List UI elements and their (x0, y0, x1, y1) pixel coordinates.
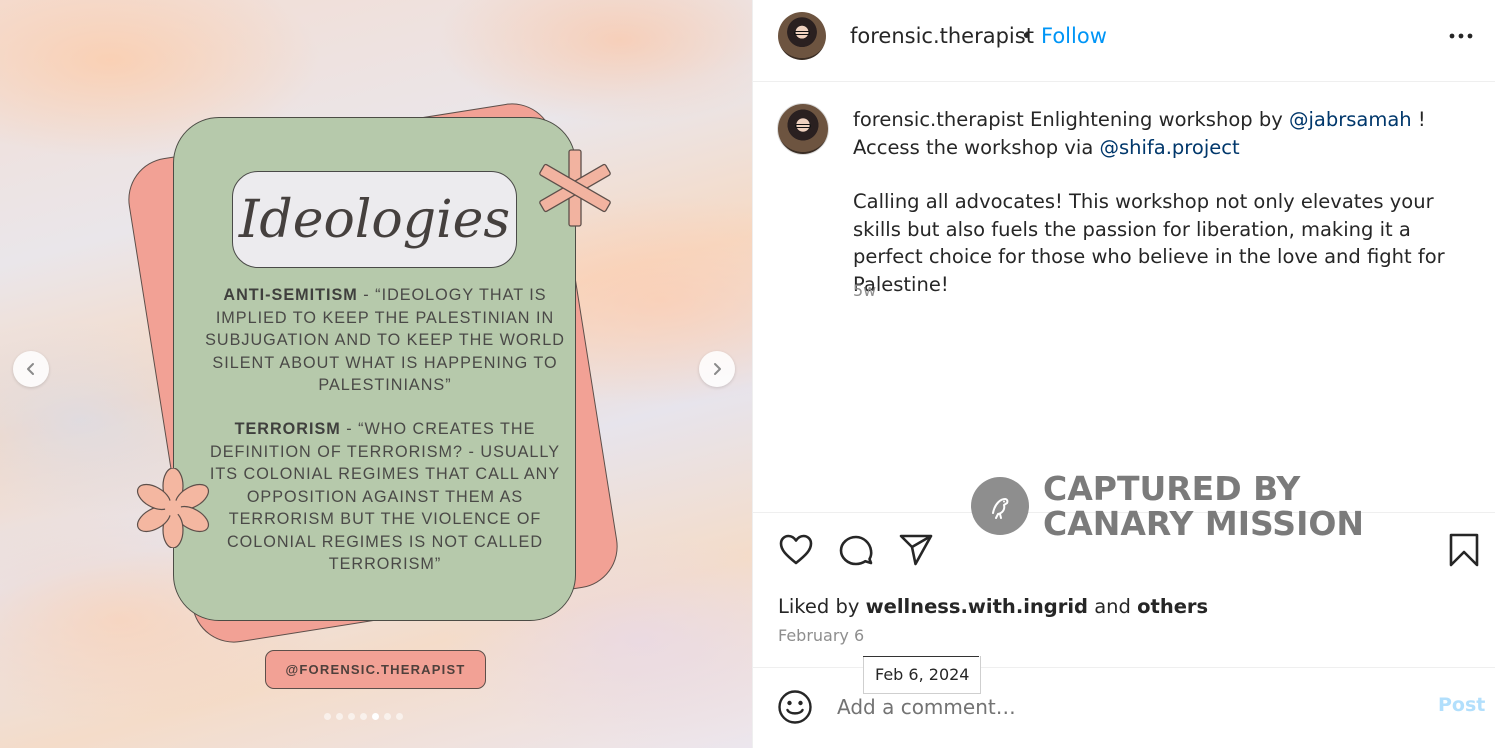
slide-indicator (324, 713, 403, 720)
slide-dot (360, 713, 367, 720)
watermark: CAPTURED BY CANARY MISSION (971, 471, 1364, 541)
save-bookmark-icon[interactable] (1446, 532, 1482, 568)
caption-text-2: ! (1411, 108, 1426, 131)
chevron-left-icon (27, 363, 34, 375)
caption-text-1: Enlightening workshop by (1023, 108, 1289, 131)
term-terrorism: TERRORISM (234, 420, 341, 438)
liked-others-link[interactable]: others (1137, 595, 1208, 618)
header-username[interactable]: forensic.therapist (850, 24, 1034, 48)
slide-dot (372, 713, 379, 720)
caption-avatar[interactable] (777, 103, 829, 155)
liked-prefix: Liked by (778, 595, 866, 618)
post-header: forensic.therapist • Follow (753, 0, 1495, 82)
comment-input[interactable] (837, 690, 1397, 724)
follow-button[interactable]: Follow (1041, 24, 1107, 48)
avatar[interactable] (778, 12, 826, 60)
mention-jabrsamah[interactable]: @jabrsamah (1289, 108, 1412, 131)
card-definition-2: TERRORISM - “WHO CREATES THE DEFINITION … (203, 418, 567, 576)
more-options-icon[interactable] (1446, 27, 1476, 47)
term-terrorism-definition: - “WHO CREATES THE DEFINITION OF TERRORI… (209, 420, 561, 573)
watermark-line-1: CAPTURED BY (1043, 469, 1301, 508)
slide-dot (336, 713, 343, 720)
header-separator: • (1023, 24, 1031, 47)
next-slide-button[interactable] (699, 351, 735, 387)
liked-by-user-link[interactable]: wellness.with.ingrid (866, 595, 1088, 618)
caption-paragraph-2: Calling all advocates! This workshop not… (853, 190, 1445, 296)
mention-shifa-project[interactable]: @shifa.project (1099, 136, 1239, 159)
post-details-panel: forensic.therapist • Follow forensic.the… (752, 0, 1495, 748)
emoji-icon[interactable] (777, 689, 813, 725)
liked-by: Liked by wellness.with.ingrid and others (778, 595, 1208, 618)
caption-paragraph-1: forensic.therapist Enlightening workshop… (853, 106, 1463, 161)
post-date[interactable]: February 6 (778, 626, 864, 645)
card-definition-1: ANTI-SEMITISM - “IDEOLOGY THAT IS IMPLIE… (203, 284, 567, 397)
tooltip-border (863, 656, 979, 657)
previous-slide-button[interactable] (13, 351, 49, 387)
like-heart-icon[interactable] (778, 532, 814, 568)
canary-bird-icon (971, 477, 1029, 535)
term-antisemitism: ANTI-SEMITISM (223, 286, 358, 304)
slide-dot (384, 713, 391, 720)
chevron-right-icon (714, 363, 721, 375)
post-media: Ideologies ANTI-SEMITISM - “IDEOLOGY THA… (0, 0, 752, 748)
card-title: Ideologies (232, 171, 517, 268)
post-comment-button[interactable]: Post (1438, 694, 1485, 716)
comment-bubble-icon[interactable] (838, 532, 874, 568)
caption-username[interactable]: forensic.therapist (853, 108, 1024, 131)
caption-text-3: Access the workshop via (853, 135, 1100, 159)
caption-age[interactable]: 5w (853, 281, 876, 300)
slide-dot (348, 713, 355, 720)
slide-dot (396, 713, 403, 720)
post-caption: forensic.therapist Enlightening workshop… (853, 106, 1463, 298)
slide-dot (324, 713, 331, 720)
card-handle: @FORENSIC.THERAPIST (265, 650, 486, 689)
flower-decoration-icon (136, 468, 210, 548)
liked-mid: and (1088, 595, 1138, 618)
date-tooltip: Feb 6, 2024 (863, 656, 982, 694)
asterisk-decoration-icon (539, 149, 611, 227)
share-send-icon[interactable] (898, 532, 934, 568)
watermark-line-2: CANARY MISSION (1043, 504, 1365, 543)
